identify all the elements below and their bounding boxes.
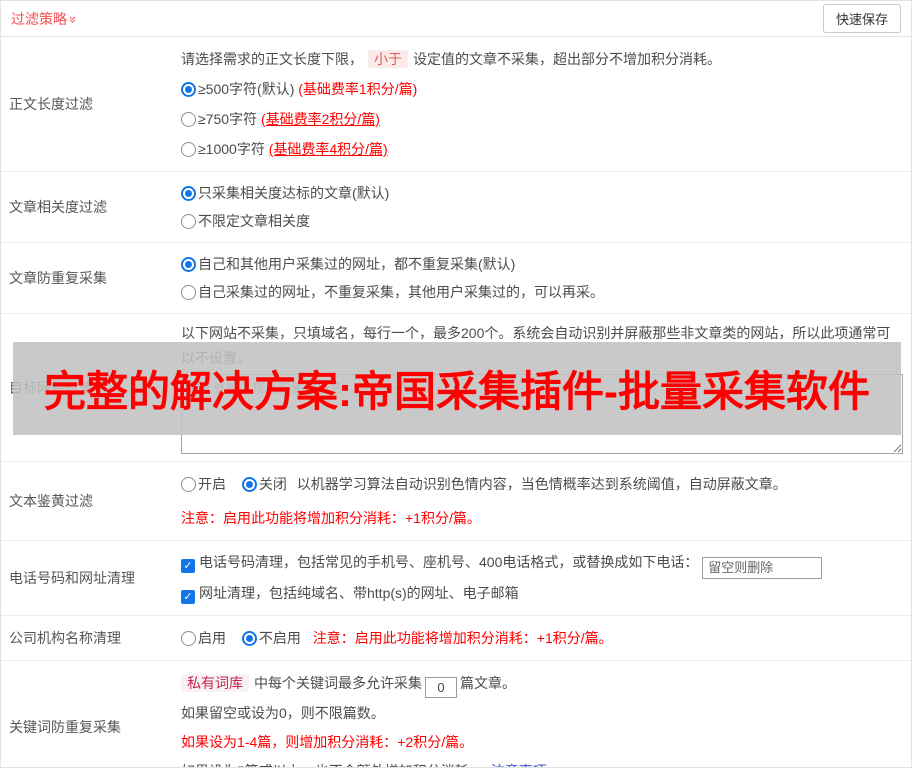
fee-note: (基础费率4积分/篇): [268, 141, 388, 157]
company-clean-note: 注意：启用此功能将增加积分消耗：+1积分/篇。: [312, 629, 613, 646]
page-title-label: 过滤策略: [11, 10, 67, 27]
keyword-note-zero: 如果留空或设为0，则不限篇数。: [181, 704, 385, 721]
chevron-down-icon: »: [66, 15, 82, 23]
watermark-text: 完整的解决方案:帝国采集插件-批量采集软件: [44, 368, 870, 415]
radio-icon[interactable]: [181, 630, 196, 646]
radio-option-dedup-all[interactable]: 自己和其他用户采集过的网址，都不重复采集(默认): [181, 250, 903, 278]
url-clean-option[interactable]: ✓ 网址清理，包括纯域名、带http(s)的网址、电子邮箱: [181, 579, 903, 608]
porn-filter-desc: 以机器学习算法自动识别色情内容，当色情概率达到系统阈值，自动屏蔽文章。: [296, 476, 787, 492]
filter-settings-page: 过滤策略» 快速保存 正文长度过滤 请选择需求的正文长度下限， 小于 设定值的文章不…: [0, 0, 912, 768]
radio-icon[interactable]: [181, 142, 196, 157]
row-porn-filter: 文本鉴黄过滤 开启 关闭 以机器学习算法自动识别色情内容，当色情概率达到系统阈值…: [1, 462, 911, 541]
row-content: 开启 关闭 以机器学习算法自动识别色情内容，当色情概率达到系统阈值，自动屏蔽文章…: [173, 462, 911, 540]
row-body-length-filter: 正文长度过滤 请选择需求的正文长度下限， 小于 设定值的文章不采集，超出部分不增加积…: [1, 37, 911, 172]
row-label: 电话号码和网址清理: [9, 569, 135, 586]
checkbox-checked-icon[interactable]: ✓: [181, 589, 195, 604]
max-articles-input[interactable]: [425, 676, 457, 698]
porn-filter-note: 注意：启用此功能将增加积分消耗：+1积分/篇。: [181, 510, 481, 526]
checkbox-checked-icon[interactable]: ✓: [181, 559, 195, 573]
porn-filter-options: 开启 关闭 以机器学习算法自动识别色情内容，当色情概率达到系统阈值，自动屏蔽文章…: [181, 469, 903, 499]
fee-note: (基础费率1积分/篇): [298, 81, 418, 97]
row-content: 只采集相关度达标的文章(默认) 不限定文章相关度: [173, 172, 911, 242]
radio-option-1000[interactable]: ≥1000字符 (基础费率4积分/篇): [181, 134, 903, 164]
row-label: 文章防重复采集: [9, 270, 107, 286]
row-content: 启用 不启用 注意：启用此功能将增加积分消耗：+1积分/篇。: [173, 616, 911, 660]
private-lexicon-tag: 私有词库: [181, 673, 249, 692]
row-label: 正文长度过滤: [9, 96, 93, 112]
row-label: 公司机构名称清理: [9, 629, 121, 646]
keyword-note-1-4: 如果设为1-4篇，则增加积分消耗：+2积分/篇。: [181, 733, 474, 750]
row-label: 文本鉴黄过滤: [9, 493, 93, 509]
row-content: 请选择需求的正文长度下限， 小于 设定值的文章不采集，超出部分不增加积分消耗。 ≥5…: [173, 37, 911, 171]
radio-option-relevance-off[interactable]: 不限定文章相关度: [181, 207, 903, 235]
row-content: 自己和其他用户采集过的网址，都不重复采集(默认) 自己采集过的网址，不重复采集，…: [173, 243, 911, 313]
watermark-banner: 完整的解决方案:帝国采集插件-批量采集软件: [13, 342, 901, 435]
radio-option-company-off[interactable]: 不启用: [241, 630, 301, 646]
replacement-phone-input[interactable]: [702, 556, 823, 579]
radio-option-relevance-on[interactable]: 只采集相关度达标的文章(默认): [181, 179, 903, 207]
phone-clean-option[interactable]: ✓ 电话号码清理，包括常见的手机号、座机号、400电话格式，或替换成如下电话：: [181, 548, 903, 579]
radio-icon[interactable]: [181, 214, 196, 229]
company-clean-options: 启用 不启用 注意：启用此功能将增加积分消耗：+1积分/篇。: [181, 623, 903, 653]
radio-icon[interactable]: [181, 186, 196, 201]
keyword-note-5plus: 如果设为5篇或以上，也不会额外增加积分消耗。注意事项»: [181, 756, 903, 768]
radio-icon[interactable]: [181, 112, 196, 127]
row-phone-url-clean: 电话号码和网址清理 ✓ 电话号码清理，包括常见的手机号、座机号、400电话格式，或…: [1, 541, 911, 616]
radio-option-dedup-own[interactable]: 自己采集过的网址，不重复采集，其他用户采集过的，可以再采。: [181, 278, 903, 306]
row-label: 关键词防重复采集: [9, 719, 121, 735]
body-length-intro: 请选择需求的正文长度下限， 小于 设定值的文章不采集，超出部分不增加积分消耗。: [181, 50, 721, 68]
fee-note: (基础费率2积分/篇): [260, 111, 380, 127]
radio-option-porn-off[interactable]: 关闭: [241, 476, 287, 492]
row-relevance-filter: 文章相关度过滤 只采集相关度达标的文章(默认) 不限定文章相关度: [1, 172, 911, 243]
row-content: ✓电话号码清理，包括常见的手机号、座机号、400电话格式，或替换成如下电话： ✓…: [173, 541, 911, 615]
row-label: 文章相关度过滤: [9, 199, 107, 215]
header-bar: 过滤策略» 快速保存: [1, 1, 911, 37]
radio-icon[interactable]: [241, 477, 257, 492]
radio-icon[interactable]: [181, 82, 196, 97]
radio-icon[interactable]: [241, 630, 257, 646]
radio-option-company-on[interactable]: 启用: [181, 630, 226, 646]
radio-icon[interactable]: [181, 257, 196, 272]
row-company-clean: 公司机构名称清理 启用 不启用 注意：启用此功能将增加积分消耗：+1积分/篇。: [1, 616, 911, 661]
quick-save-button[interactable]: 快速保存: [822, 4, 901, 33]
radio-icon[interactable]: [181, 285, 196, 300]
page-title[interactable]: 过滤策略»: [11, 9, 81, 29]
radio-option-750[interactable]: ≥750字符 (基础费率2积分/篇): [181, 104, 903, 134]
less-than-tag: 小于: [368, 50, 408, 68]
radio-option-500[interactable]: ≥500字符(默认) (基础费率1积分/篇): [181, 74, 903, 104]
radio-option-porn-on[interactable]: 开启: [181, 476, 226, 492]
notice-link[interactable]: 注意事项»: [491, 763, 555, 768]
row-keyword-dedup: 关键词防重复采集 私有词库中每个关键词最多允许采集篇文章。 如果留空或设为0，则…: [1, 661, 911, 768]
keyword-limit-line: 私有词库中每个关键词最多允许采集篇文章。: [181, 668, 903, 698]
row-dedup-filter: 文章防重复采集 自己和其他用户采集过的网址，都不重复采集(默认) 自己采集过的网…: [1, 243, 911, 314]
row-content: 私有词库中每个关键词最多允许采集篇文章。 如果留空或设为0，则不限篇数。 如果设…: [173, 661, 911, 768]
radio-icon[interactable]: [181, 477, 196, 492]
